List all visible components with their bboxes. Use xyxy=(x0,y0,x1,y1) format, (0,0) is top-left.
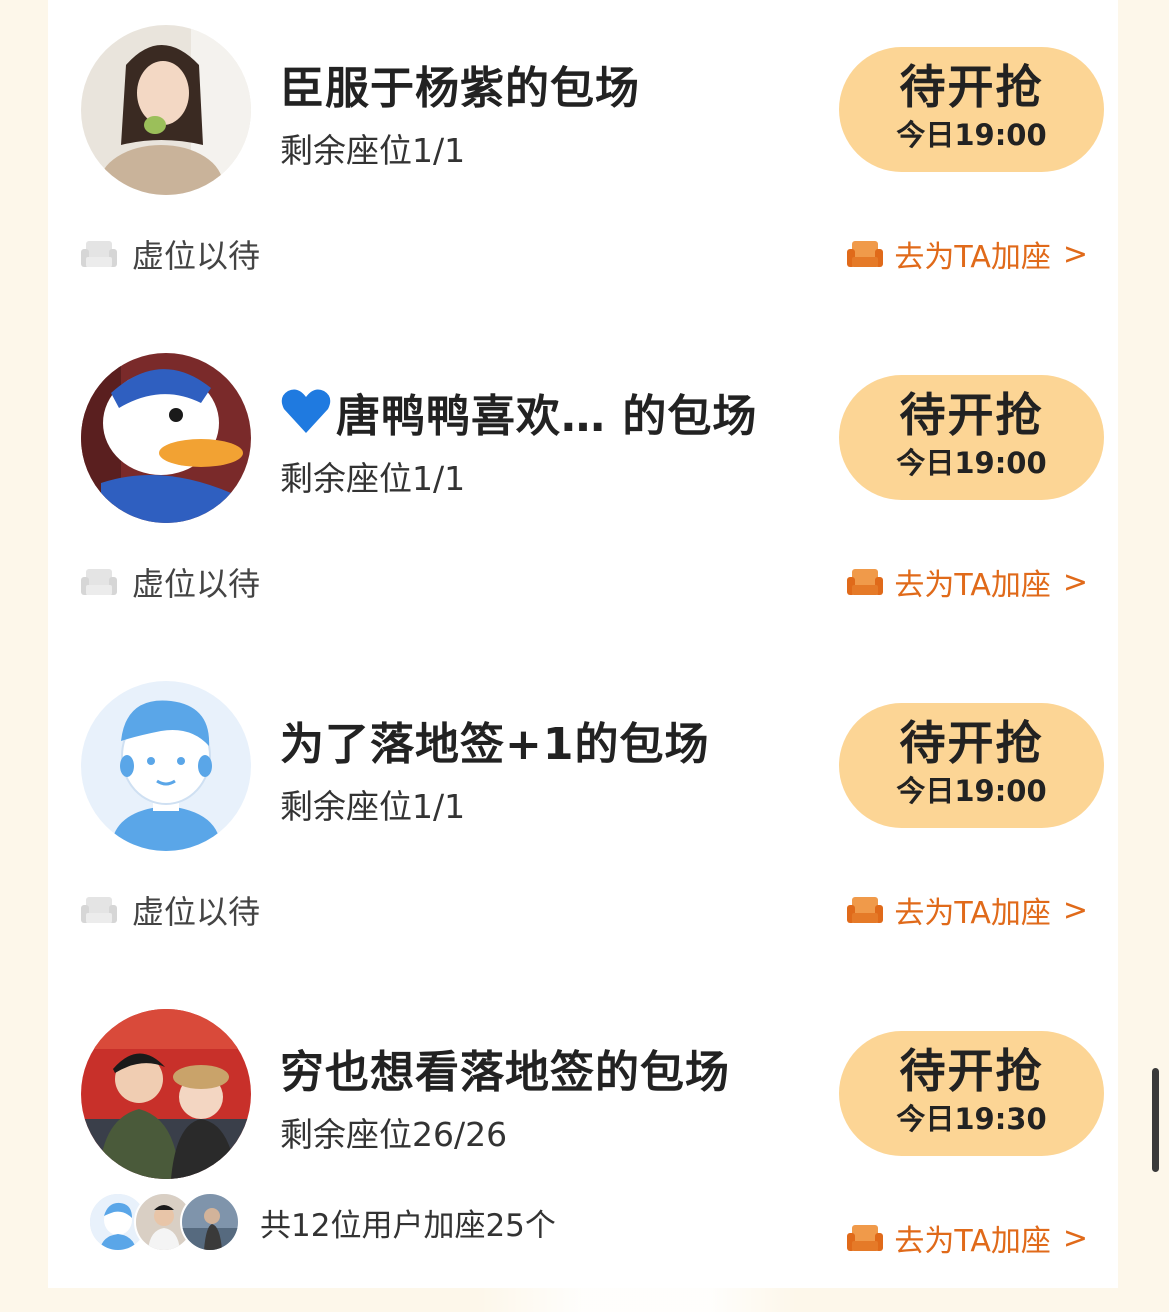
grab-button-time: 今日19:00 xyxy=(896,774,1047,808)
add-seat-link[interactable]: 去为TA加座 > xyxy=(846,560,1088,604)
default-avatar xyxy=(81,681,251,851)
add-seat-label: 去为TA加座 xyxy=(894,568,1051,603)
grab-button-time: 今日19:00 xyxy=(896,118,1047,152)
session-title: 穷也想看落地签的包场 xyxy=(280,1047,730,1098)
session-title: 唐鸭鸭喜欢… 的包场 xyxy=(280,380,757,444)
grab-button-time: 今日19:00 xyxy=(896,446,1047,480)
grab-button-time: 今日19:30 xyxy=(896,1102,1047,1136)
session-title: 臣服于杨紫的包场 xyxy=(280,63,640,114)
avatar-photo xyxy=(81,353,251,523)
avatar-photo xyxy=(81,25,251,195)
sofa-icon xyxy=(847,241,884,267)
add-seat-label: 去为TA加座 xyxy=(894,1224,1051,1259)
vacant-label: 虚位以待 xyxy=(132,565,261,603)
vacant-label: 虚位以待 xyxy=(132,893,261,931)
remaining-seats: 剩余座位1/1 xyxy=(280,131,466,170)
vacant-label: 虚位以待 xyxy=(132,237,261,275)
scrollbar[interactable] xyxy=(1152,1068,1159,1172)
session-item[interactable]: 唐鸭鸭喜欢… 的包场 剩余座位1/1 待开抢 今日19:00 虚位以待 去为TA… xyxy=(48,328,1118,656)
joined-users-count: 共12位用户加座25个 xyxy=(260,1207,556,1244)
grab-button-label: 待开抢 xyxy=(899,388,1044,442)
sofa-outline-icon xyxy=(81,897,117,923)
session-item[interactable]: 穷也想看落地签的包场 剩余座位26/26 待开抢 今日19:30 共12位用户加… xyxy=(48,984,1118,1312)
session-list: 臣服于杨紫的包场 剩余座位1/1 待开抢 今日19:00 虚位以待 去为TA加座 xyxy=(48,0,1118,1312)
vacant-seat: 虚位以待 xyxy=(80,232,260,276)
sofa-icon xyxy=(847,1225,884,1251)
add-seat-link[interactable]: 去为TA加座 > xyxy=(846,888,1088,932)
add-seat-link[interactable]: 去为TA加座 > xyxy=(846,232,1088,276)
sofa-outline-icon xyxy=(81,241,117,267)
grab-button-label: 待开抢 xyxy=(899,1044,1044,1098)
vacant-seat: 虚位以待 xyxy=(80,560,260,604)
grab-button[interactable]: 待开抢 今日19:00 xyxy=(839,703,1104,828)
user-avatar xyxy=(180,1192,240,1252)
grab-button[interactable]: 待开抢 今日19:30 xyxy=(839,1031,1104,1156)
remaining-seats: 剩余座位1/1 xyxy=(280,787,466,826)
grab-button-label: 待开抢 xyxy=(899,716,1044,770)
chevron-right-icon: > xyxy=(1062,892,1088,928)
blue-heart-icon xyxy=(281,389,331,433)
add-seat-label: 去为TA加座 xyxy=(894,896,1051,931)
grab-button[interactable]: 待开抢 今日19:00 xyxy=(839,375,1104,500)
session-item[interactable]: 为了落地签+1的包场 剩余座位1/1 待开抢 今日19:00 虚位以待 去为TA… xyxy=(48,656,1118,984)
remaining-seats: 剩余座位26/26 xyxy=(280,1115,508,1154)
vacant-seat: 虚位以待 xyxy=(80,888,260,932)
avatar[interactable] xyxy=(81,681,251,851)
avatar-photo xyxy=(81,1009,251,1179)
sofa-icon xyxy=(847,897,884,923)
avatar[interactable] xyxy=(81,1009,251,1179)
session-title: 为了落地签+1的包场 xyxy=(280,719,710,770)
grab-button-label: 待开抢 xyxy=(899,60,1044,114)
sofa-outline-icon xyxy=(81,569,117,595)
session-title-text: 唐鸭鸭喜欢… 的包场 xyxy=(336,391,758,442)
joined-users[interactable]: 共12位用户加座25个 xyxy=(88,1192,556,1252)
chevron-right-icon: > xyxy=(1062,564,1088,600)
add-seat-link[interactable]: 去为TA加座 > xyxy=(846,1216,1088,1260)
session-item[interactable]: 臣服于杨紫的包场 剩余座位1/1 待开抢 今日19:00 虚位以待 去为TA加座 xyxy=(48,0,1118,328)
chevron-right-icon: > xyxy=(1062,1220,1088,1256)
watermark-fade xyxy=(48,1260,1118,1312)
avatar[interactable] xyxy=(81,25,251,195)
sofa-icon xyxy=(847,569,884,595)
remaining-seats: 剩余座位1/1 xyxy=(280,459,466,498)
add-seat-label: 去为TA加座 xyxy=(894,240,1051,275)
avatar[interactable] xyxy=(81,353,251,523)
grab-button[interactable]: 待开抢 今日19:00 xyxy=(839,47,1104,172)
chevron-right-icon: > xyxy=(1062,236,1088,272)
